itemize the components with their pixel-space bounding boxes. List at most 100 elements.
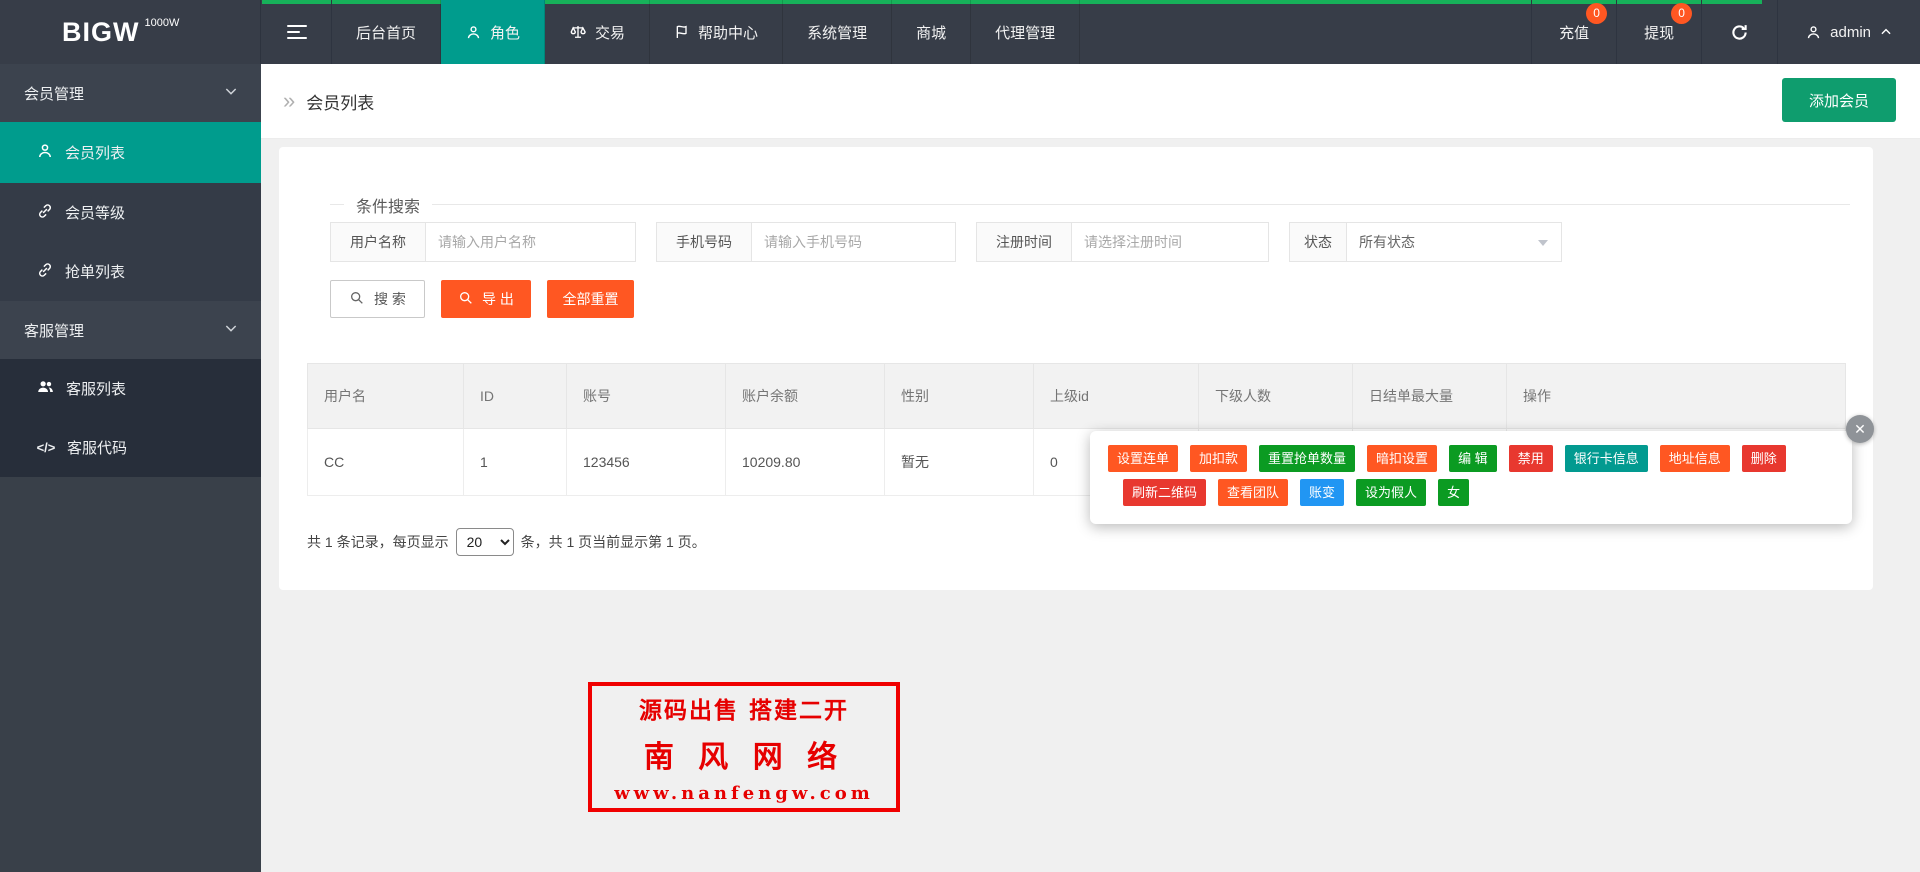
cell-account: 123456 bbox=[567, 429, 726, 496]
code-icon: </> bbox=[36, 440, 56, 455]
group-label: 会员管理 bbox=[24, 83, 84, 104]
sidebar-group-member-manage[interactable]: 会员管理 bbox=[0, 64, 261, 122]
breadcrumb-separator-icon: » bbox=[283, 90, 295, 112]
app-logo: BIGW 1000W bbox=[0, 0, 261, 64]
tab-label: 系统管理 bbox=[807, 22, 867, 43]
page-size-select[interactable]: 20 bbox=[456, 528, 514, 556]
pagination-suffix: 条，共 1 页当前显示第 1 页。 bbox=[521, 532, 706, 552]
username-input[interactable] bbox=[426, 222, 636, 262]
export-button[interactable]: 导 出 bbox=[441, 280, 531, 318]
field-username: 用户名称 bbox=[330, 222, 636, 262]
search-icon bbox=[349, 290, 365, 309]
sidebar-item-member-list[interactable]: 会员列表 bbox=[0, 122, 261, 183]
action-edit[interactable]: 编 辑 bbox=[1449, 445, 1497, 472]
col-subordinates: 下级人数 bbox=[1199, 364, 1353, 429]
status-select[interactable]: 所有状态 bbox=[1347, 222, 1562, 262]
register-time-input[interactable] bbox=[1072, 222, 1269, 262]
col-parent-id: 上级id bbox=[1034, 364, 1199, 429]
tab-roles[interactable]: 角色 bbox=[441, 0, 545, 64]
field-register-time: 注册时间 bbox=[976, 222, 1269, 262]
sidebar-item-label: 客服列表 bbox=[66, 378, 126, 399]
tab-label: 商城 bbox=[916, 22, 946, 43]
action-set-fake-user[interactable]: 设为假人 bbox=[1356, 479, 1426, 506]
withdraw-badge: 0 bbox=[1671, 3, 1692, 24]
field-phone: 手机号码 bbox=[656, 222, 956, 262]
reset-all-button[interactable]: 全部重置 bbox=[547, 280, 634, 318]
phone-input[interactable] bbox=[752, 222, 956, 262]
action-account-change[interactable]: 账变 bbox=[1300, 479, 1344, 506]
status-selected-value: 所有状态 bbox=[1359, 232, 1415, 252]
group-label: 客服管理 bbox=[24, 320, 84, 341]
tab-dashboard[interactable]: 后台首页 bbox=[332, 0, 441, 64]
export-button-label: 导 出 bbox=[482, 289, 514, 309]
watermark-line-1: 源码出售 搭建二开 bbox=[592, 691, 896, 725]
tab-trade[interactable]: 交易 bbox=[545, 0, 650, 64]
add-member-button[interactable]: 添加会员 bbox=[1782, 78, 1896, 122]
popup-row-2: 刷新二维码 查看团队 账变 设为假人 女 bbox=[1123, 479, 1852, 506]
navbar-right: 充值 0 提现 0 admin bbox=[1531, 0, 1920, 64]
tab-agent-manage[interactable]: 代理管理 bbox=[971, 0, 1080, 64]
action-bank-card-info[interactable]: 银行卡信息 bbox=[1565, 445, 1648, 472]
action-view-team[interactable]: 查看团队 bbox=[1218, 479, 1288, 506]
action-set-chain-order[interactable]: 设置连单 bbox=[1108, 445, 1178, 472]
sidebar-item-label: 会员等级 bbox=[65, 202, 125, 223]
search-fieldset: 条件搜索 用户名称 手机号码 注册时间 状态 bbox=[330, 204, 1850, 318]
admin-menu[interactable]: admin bbox=[1777, 0, 1920, 64]
action-reset-grab-count[interactable]: 重置抢单数量 bbox=[1259, 445, 1355, 472]
main-nav-tabs: 后台首页 角色 交易 帮助中心 系统管理 商城 代理管理 bbox=[332, 0, 1080, 64]
sidebar-item-member-level[interactable]: 会员等级 bbox=[0, 183, 261, 242]
watermark-box: 源码出售 搭建二开 南 风 网 络 www.nanfengw.com bbox=[588, 682, 900, 812]
col-gender: 性别 bbox=[885, 364, 1034, 429]
search-icon bbox=[458, 290, 474, 309]
action-hidden-deduct-setting[interactable]: 暗扣设置 bbox=[1367, 445, 1437, 472]
sidebar-item-service-code[interactable]: </> 客服代码 bbox=[0, 418, 261, 477]
action-disable[interactable]: 禁用 bbox=[1509, 445, 1553, 472]
field-status-label: 状态 bbox=[1289, 222, 1347, 262]
recharge-button[interactable]: 充值 0 bbox=[1531, 0, 1616, 64]
search-legend: 条件搜索 bbox=[344, 193, 432, 217]
tab-mall[interactable]: 商城 bbox=[892, 0, 971, 64]
admin-username: admin bbox=[1830, 24, 1871, 41]
recharge-label: 充值 bbox=[1559, 22, 1589, 43]
table-header-row: 用户名 ID 账号 账户余额 性别 上级id 下级人数 日结单最大量 操作 bbox=[308, 364, 1846, 429]
field-phone-label: 手机号码 bbox=[656, 222, 752, 262]
withdraw-button[interactable]: 提现 0 bbox=[1616, 0, 1701, 64]
action-delete[interactable]: 删除 bbox=[1742, 445, 1786, 472]
person-icon bbox=[1805, 24, 1822, 41]
cell-gender: 暂无 bbox=[885, 429, 1034, 496]
recharge-badge: 0 bbox=[1586, 3, 1607, 24]
watermark-line-2: 南 风 网 络 bbox=[592, 732, 896, 776]
col-id: ID bbox=[464, 364, 567, 429]
chevron-down-icon bbox=[223, 320, 239, 340]
page: BIGW 1000W 后台首页 角色 交易 帮助中心 bbox=[0, 0, 1920, 872]
sidebar-item-label: 抢单列表 bbox=[65, 261, 125, 282]
popup-close-button[interactable]: ✕ bbox=[1846, 415, 1874, 443]
sidebar-collapse-toggle[interactable] bbox=[262, 0, 332, 64]
col-account: 账号 bbox=[567, 364, 726, 429]
field-status: 状态 所有状态 bbox=[1289, 222, 1562, 262]
col-daily-max: 日结单最大量 bbox=[1353, 364, 1507, 429]
action-refresh-qrcode[interactable]: 刷新二维码 bbox=[1123, 479, 1206, 506]
pagination-bar: 共 1 条记录，每页显示 20 条，共 1 页当前显示第 1 页。 bbox=[307, 528, 1873, 556]
sidebar: 会员管理 会员列表 会员等级 抢单列表 客服管理 客服列表 </> 客服代码 bbox=[0, 64, 261, 872]
chevron-down-icon bbox=[223, 83, 239, 103]
sidebar-item-grab-order-list[interactable]: 抢单列表 bbox=[0, 242, 261, 301]
field-username-label: 用户名称 bbox=[330, 222, 426, 262]
tab-system-manage[interactable]: 系统管理 bbox=[783, 0, 892, 64]
search-button[interactable]: 搜 索 bbox=[330, 280, 425, 318]
tab-help-center[interactable]: 帮助中心 bbox=[650, 0, 783, 64]
action-gender-female[interactable]: 女 bbox=[1438, 479, 1469, 506]
action-add-deduct-money[interactable]: 加扣款 bbox=[1190, 445, 1247, 472]
tab-label: 帮助中心 bbox=[698, 22, 758, 43]
refresh-button[interactable] bbox=[1701, 0, 1777, 64]
field-register-time-label: 注册时间 bbox=[976, 222, 1072, 262]
flag-icon bbox=[674, 24, 690, 40]
sidebar-group-service-manage[interactable]: 客服管理 bbox=[0, 301, 261, 359]
action-address-info[interactable]: 地址信息 bbox=[1660, 445, 1730, 472]
sidebar-item-label: 客服代码 bbox=[67, 437, 127, 458]
popup-row-1: 设置连单 加扣款 重置抢单数量 暗扣设置 编 辑 禁用 银行卡信息 地址信息 删… bbox=[1108, 445, 1852, 472]
refresh-icon bbox=[1729, 22, 1750, 43]
reset-button-label: 全部重置 bbox=[563, 289, 619, 309]
link-icon bbox=[36, 261, 54, 283]
sidebar-item-service-list[interactable]: 客服列表 bbox=[0, 359, 261, 418]
